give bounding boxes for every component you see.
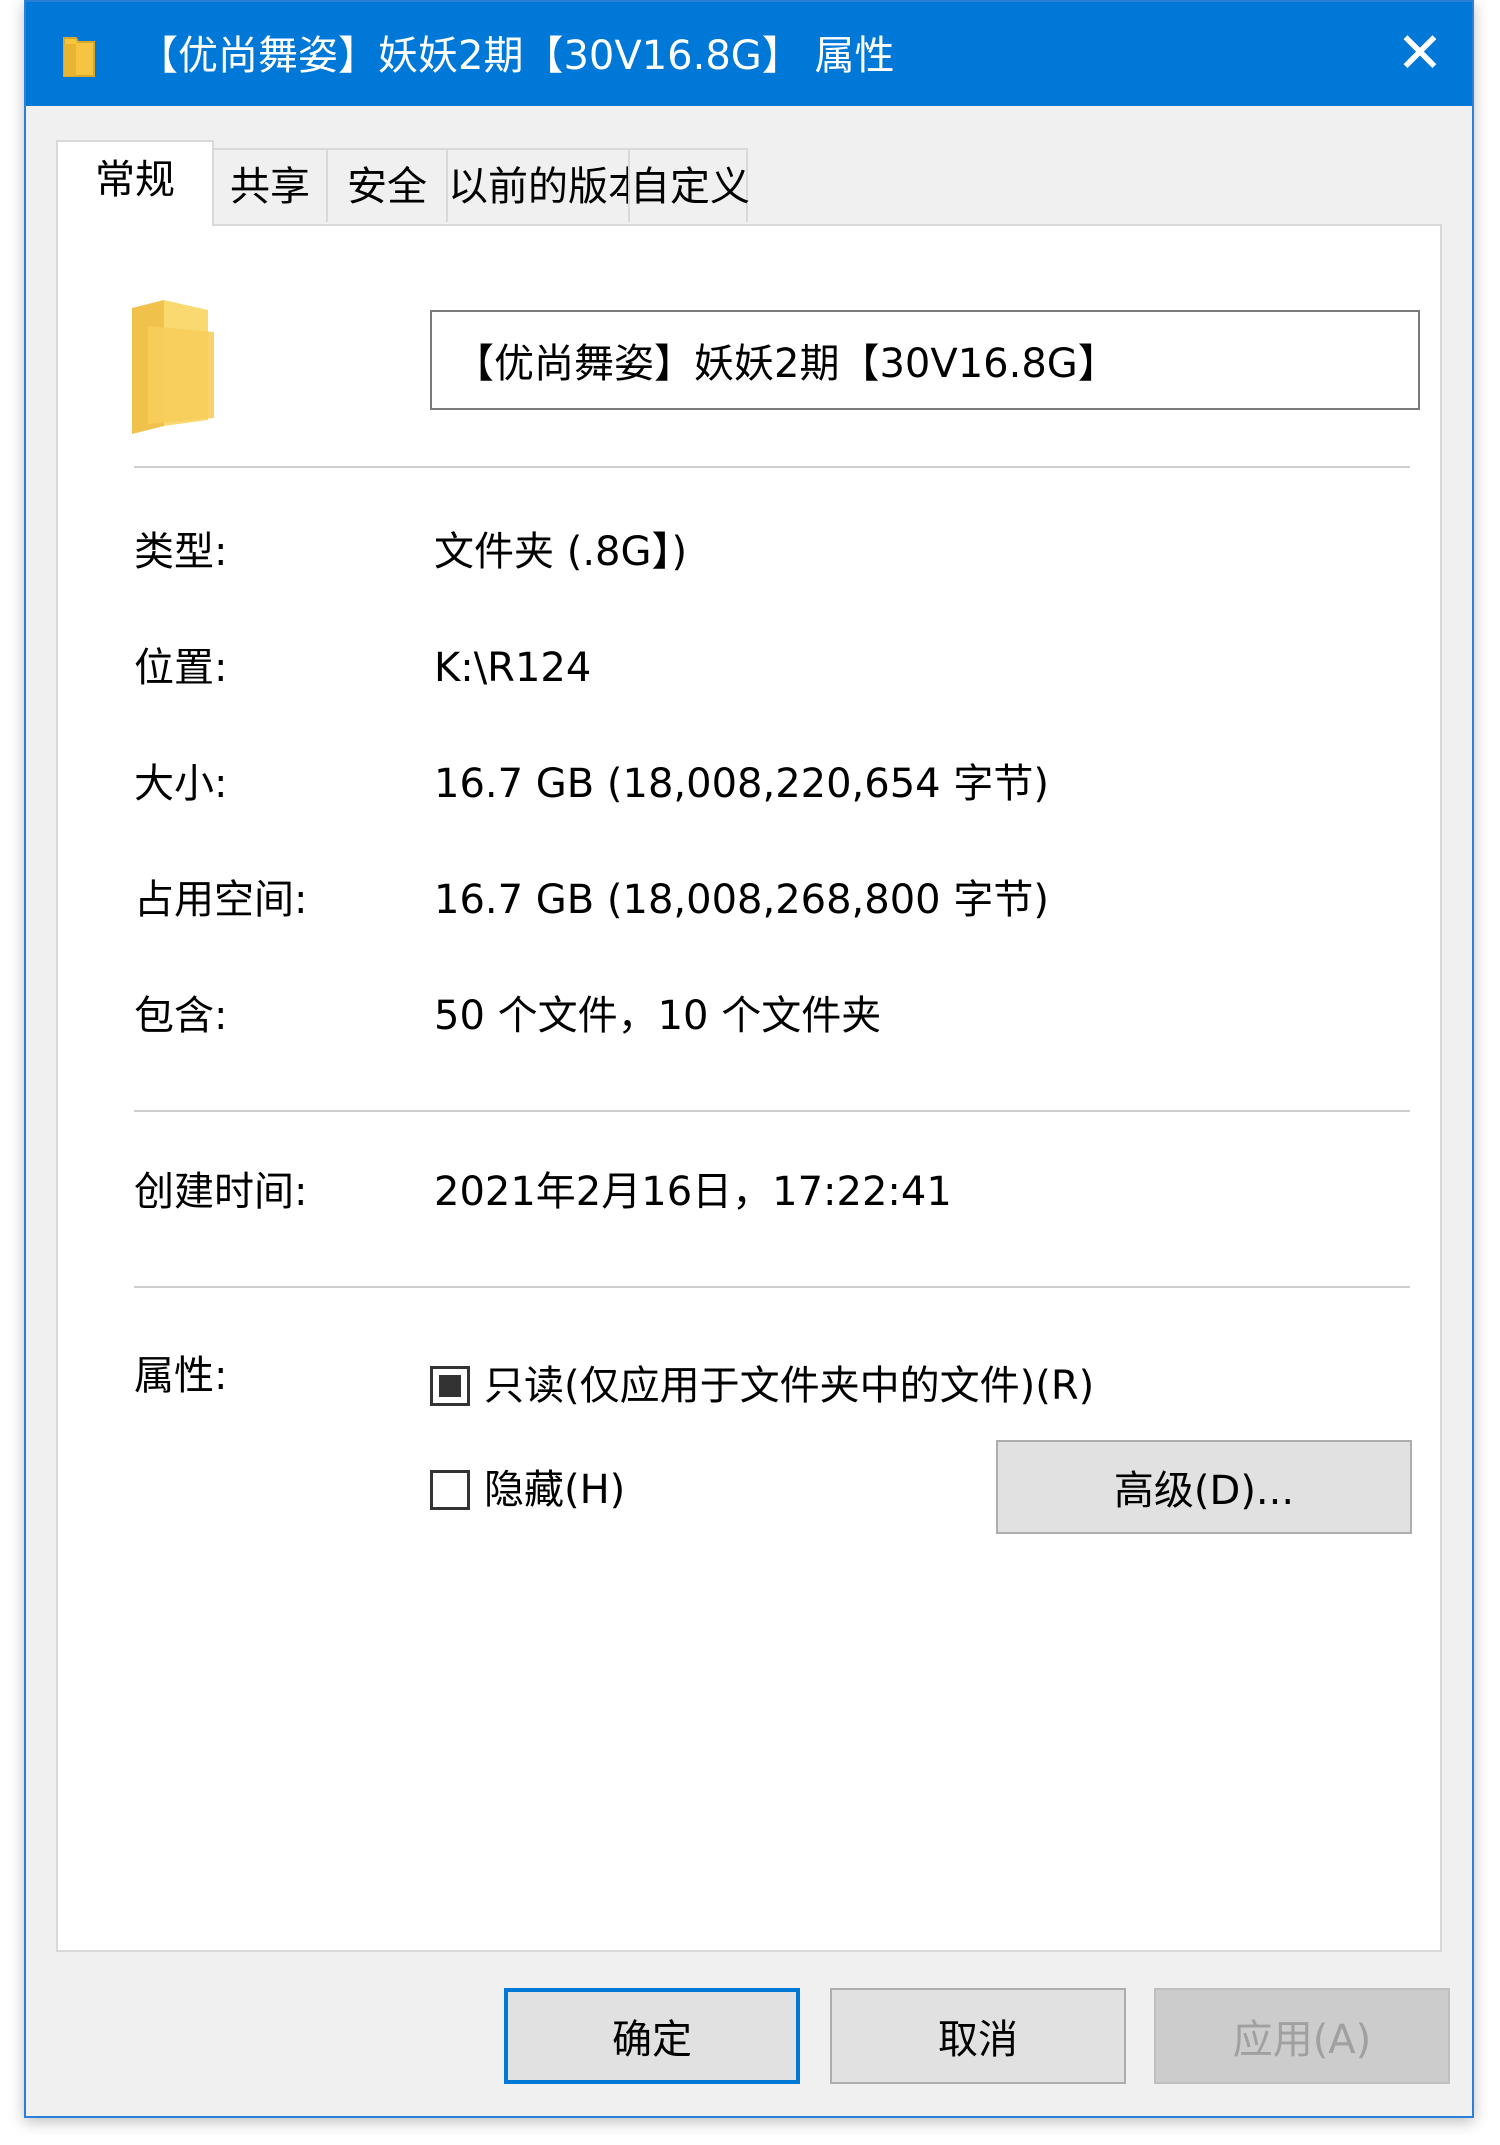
separator (134, 1286, 1410, 1288)
size-label: 大小: (134, 761, 228, 807)
contains-value: 50 个文件，10 个文件夹 (434, 993, 882, 1039)
separator (134, 466, 1410, 468)
type-value: 文件夹 (.8G】) (434, 529, 688, 575)
readonly-checkbox-row[interactable]: 只读(仅应用于文件夹中的文件)(R) (430, 1360, 1094, 1412)
close-icon: ✕ (1396, 21, 1444, 86)
general-panel: 类型: 文件夹 (.8G】) 位置: K:\R124 大小: 16.7 GB (… (56, 224, 1442, 1952)
title-bar: 【优尚舞姿】妖妖2期【30V16.8G】 属性 ✕ (26, 2, 1472, 106)
folder-icon (63, 37, 95, 77)
hidden-label: 隐藏(H) (484, 1467, 626, 1513)
readonly-label: 只读(仅应用于文件夹中的文件)(R) (484, 1363, 1095, 1409)
tab-previous-versions[interactable]: 以前的版本 (446, 148, 648, 222)
location-label: 位置: (134, 645, 228, 691)
created-value: 2021年2月16日，17:22:41 (434, 1169, 952, 1215)
tab-sharing[interactable]: 共享 (212, 148, 328, 222)
readonly-checkbox[interactable] (430, 1366, 470, 1406)
type-label: 类型: (134, 529, 228, 575)
close-button[interactable]: ✕ (1368, 2, 1472, 106)
contains-label: 包含: (134, 993, 228, 1039)
separator (134, 1110, 1410, 1112)
created-label: 创建时间: (134, 1169, 308, 1215)
folder-icon (132, 300, 214, 434)
advanced-button[interactable]: 高级(D)... (996, 1440, 1412, 1534)
hidden-checkbox[interactable] (430, 1470, 470, 1510)
size-on-disk-label: 占用空间: (134, 877, 308, 923)
hidden-checkbox-row[interactable]: 隐藏(H) (430, 1464, 625, 1516)
cancel-button[interactable]: 取消 (830, 1988, 1126, 2084)
properties-dialog: 【优尚舞姿】妖妖2期【30V16.8G】 属性 ✕ 常规 共享 安全 以前的版本… (24, 0, 1474, 2118)
apply-button[interactable]: 应用(A) (1154, 1988, 1450, 2084)
size-value: 16.7 GB (18,008,220,654 字节) (434, 761, 1049, 807)
tab-general[interactable]: 常规 (56, 140, 214, 226)
location-value: K:\R124 (434, 645, 592, 691)
size-on-disk-value: 16.7 GB (18,008,268,800 字节) (434, 877, 1049, 923)
tab-customize[interactable]: 自定义 (628, 148, 750, 222)
ok-button[interactable]: 确定 (504, 1988, 800, 2084)
tab-security[interactable]: 安全 (326, 148, 448, 222)
window-title: 【优尚舞姿】妖妖2期【30V16.8G】 属性 (138, 33, 895, 79)
attributes-label: 属性: (134, 1353, 228, 1399)
folder-name-input[interactable] (430, 310, 1420, 410)
